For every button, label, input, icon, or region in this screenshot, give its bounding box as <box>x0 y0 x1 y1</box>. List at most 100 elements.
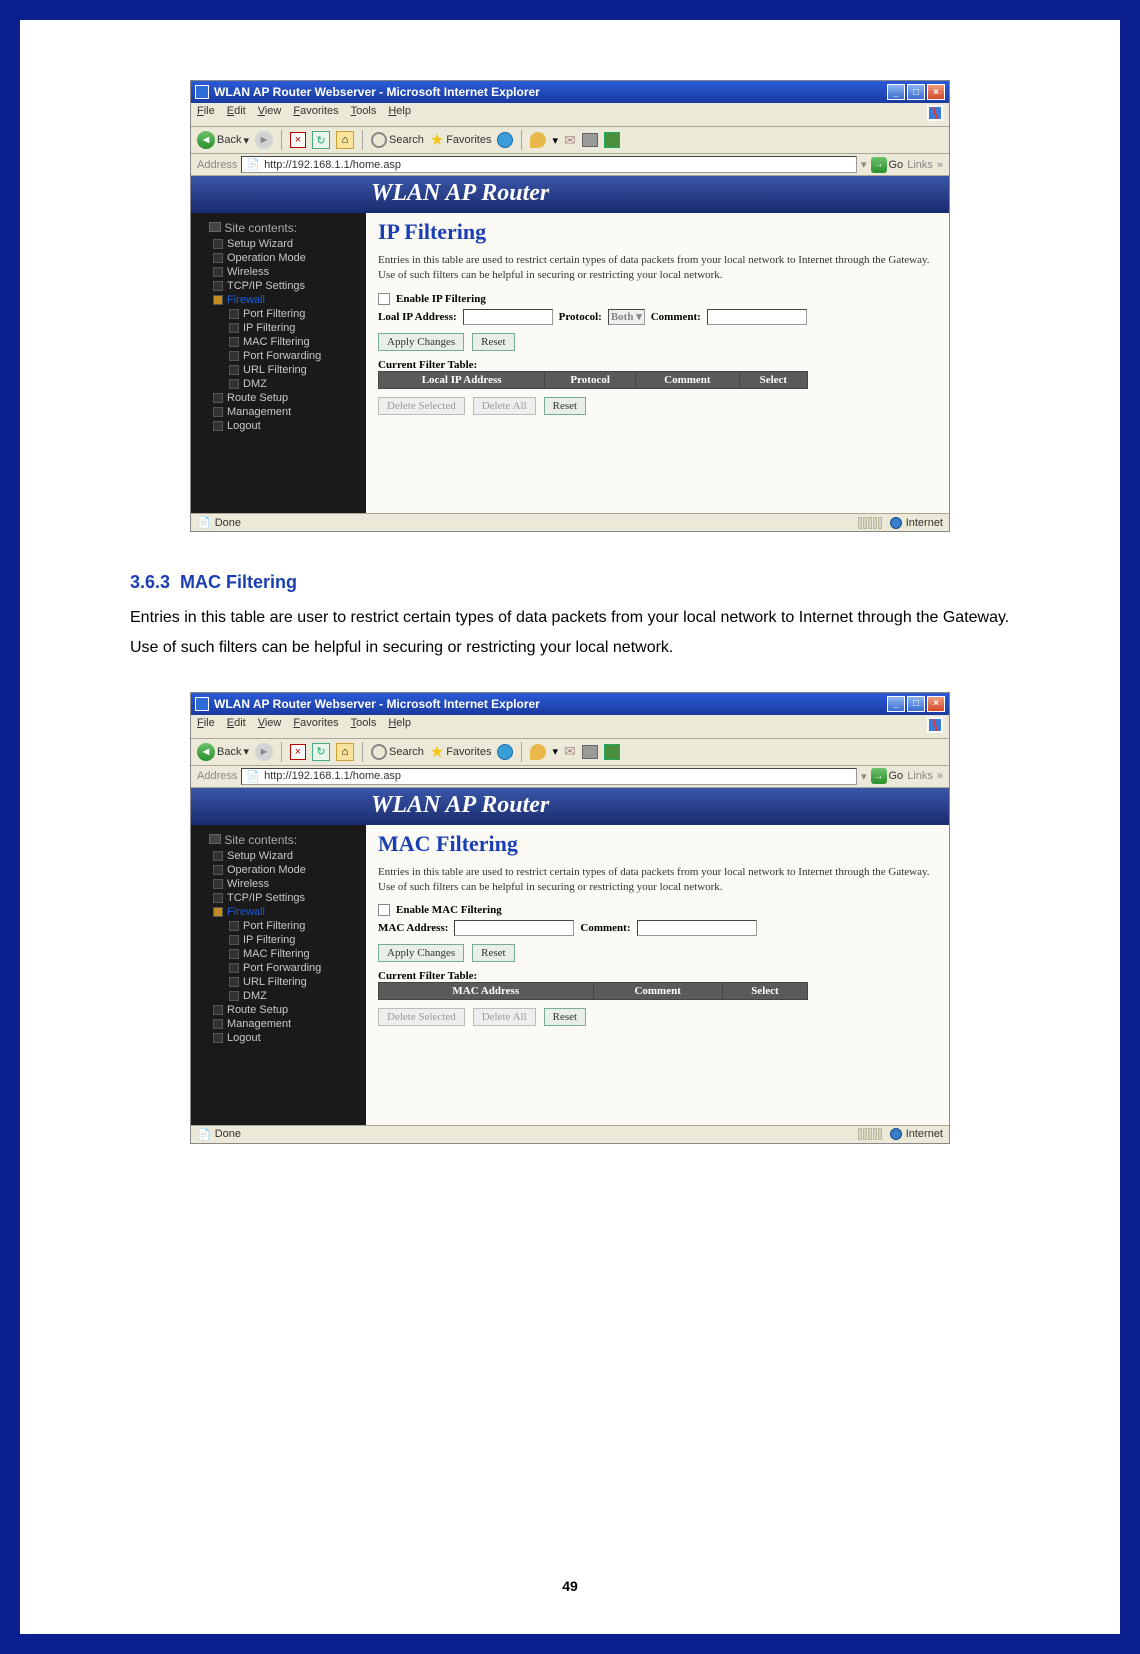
sidebar-item-ip-filtering[interactable]: IP Filtering <box>195 321 362 335</box>
delete-selected-button[interactable]: Delete Selected <box>378 397 465 415</box>
menu-favorites[interactable]: Favorites <box>293 105 338 124</box>
sidebar-item-wireless[interactable]: Wireless <box>195 877 362 891</box>
favorites-button[interactable]: ★Favorites <box>430 130 492 150</box>
history-icon[interactable] <box>530 744 546 760</box>
reset-table-button[interactable]: Reset <box>544 1008 586 1026</box>
refresh-icon[interactable]: ↻ <box>312 743 330 761</box>
comment-input[interactable] <box>707 309 807 325</box>
menu-favorites[interactable]: Favorites <box>293 717 338 736</box>
sidebar-item-dmz[interactable]: DMZ <box>195 377 362 391</box>
links-label: Links <box>907 770 933 782</box>
menu-tools[interactable]: Tools <box>351 105 377 124</box>
search-button[interactable]: Search <box>371 132 424 148</box>
close-button[interactable]: × <box>927 696 945 712</box>
menu-tools[interactable]: Tools <box>351 717 377 736</box>
sidebar-item-wireless[interactable]: Wireless <box>195 265 362 279</box>
ip-address-input[interactable] <box>463 309 553 325</box>
home-icon[interactable]: ⌂ <box>336 131 354 149</box>
sidebar-item-port-filtering[interactable]: Port Filtering <box>195 919 362 933</box>
sidebar-item-firewall[interactable]: Firewall <box>195 293 362 307</box>
reset-button[interactable]: Reset <box>472 333 514 351</box>
history-icon[interactable] <box>530 132 546 148</box>
sidebar-item-operation-mode[interactable]: Operation Mode <box>195 251 362 265</box>
back-button[interactable]: ◄Back ▾ <box>197 131 249 149</box>
sidebar-item-logout[interactable]: Logout <box>195 419 362 433</box>
maximize-button[interactable]: □ <box>907 84 925 100</box>
enable-checkbox[interactable] <box>378 904 390 916</box>
sidebar-item-port-filtering[interactable]: Port Filtering <box>195 307 362 321</box>
forward-button[interactable]: ► <box>255 131 273 149</box>
apply-changes-button[interactable]: Apply Changes <box>378 333 464 351</box>
search-button[interactable]: Search <box>371 744 424 760</box>
menu-edit[interactable]: Edit <box>227 717 246 736</box>
maximize-button[interactable]: □ <box>907 696 925 712</box>
menu-help[interactable]: Help <box>388 717 411 736</box>
address-input[interactable]: 📄http://192.168.1.1/home.asp <box>241 156 857 173</box>
content-pane: IP Filtering Entries in this table are u… <box>366 213 949 513</box>
refresh-icon[interactable]: ↻ <box>312 131 330 149</box>
app-icon[interactable] <box>604 744 620 760</box>
mac-address-input[interactable] <box>454 920 574 936</box>
apply-changes-button[interactable]: Apply Changes <box>378 944 464 962</box>
sidebar-item-operation-mode[interactable]: Operation Mode <box>195 863 362 877</box>
sidebar-item-management[interactable]: Management <box>195 1017 362 1031</box>
sidebar-item-route-setup[interactable]: Route Setup <box>195 1003 362 1017</box>
ie-app-icon <box>195 697 209 711</box>
minimize-button[interactable]: _ <box>887 696 905 712</box>
sidebar-item-dmz[interactable]: DMZ <box>195 989 362 1003</box>
mail-icon[interactable]: ✉ <box>564 743 576 760</box>
print-icon[interactable] <box>582 745 598 759</box>
sidebar-item-url-filtering[interactable]: URL Filtering <box>195 363 362 377</box>
media-icon[interactable] <box>497 744 513 760</box>
delete-all-button[interactable]: Delete All <box>473 1008 536 1026</box>
stop-icon[interactable]: × <box>290 744 306 760</box>
sidebar-item-management[interactable]: Management <box>195 405 362 419</box>
minimize-button[interactable]: _ <box>887 84 905 100</box>
menu-edit[interactable]: Edit <box>227 105 246 124</box>
menu-view[interactable]: View <box>258 717 282 736</box>
menu-help[interactable]: Help <box>388 105 411 124</box>
print-icon[interactable] <box>582 133 598 147</box>
media-icon[interactable] <box>497 132 513 148</box>
address-input[interactable]: 📄http://192.168.1.1/home.asp <box>241 768 857 785</box>
delete-all-button[interactable]: Delete All <box>473 397 536 415</box>
app-icon[interactable] <box>604 132 620 148</box>
sidebar-item-setup-wizard[interactable]: Setup Wizard <box>195 237 362 251</box>
sidebar-item-tcpip[interactable]: TCP/IP Settings <box>195 279 362 293</box>
sidebar-item-mac-filtering[interactable]: MAC Filtering <box>195 947 362 961</box>
comment-input[interactable] <box>637 920 757 936</box>
links-chevron-icon[interactable]: » <box>937 159 943 171</box>
enable-checkbox[interactable] <box>378 293 390 305</box>
sidebar-item-url-filtering[interactable]: URL Filtering <box>195 975 362 989</box>
go-button[interactable]: →Go <box>871 768 904 784</box>
links-chevron-icon[interactable]: » <box>937 770 943 782</box>
sidebar-item-setup-wizard[interactable]: Setup Wizard <box>195 849 362 863</box>
sidebar-item-firewall[interactable]: Firewall <box>195 905 362 919</box>
forward-button[interactable]: ► <box>255 743 273 761</box>
router-banner: WLAN AP Router <box>191 788 949 825</box>
home-icon[interactable]: ⌂ <box>336 743 354 761</box>
sidebar-item-logout[interactable]: Logout <box>195 1031 362 1045</box>
back-button[interactable]: ◄Back ▾ <box>197 743 249 761</box>
sidebar-item-ip-filtering[interactable]: IP Filtering <box>195 933 362 947</box>
menu-file[interactable]: File <box>197 717 215 736</box>
mail-icon[interactable]: ✉ <box>564 132 576 149</box>
sidebar-item-tcpip[interactable]: TCP/IP Settings <box>195 891 362 905</box>
reset-table-button[interactable]: Reset <box>544 397 586 415</box>
close-button[interactable]: × <box>927 84 945 100</box>
page-icon <box>229 991 239 1001</box>
favorites-button[interactable]: ★Favorites <box>430 742 492 762</box>
stop-icon[interactable]: × <box>290 132 306 148</box>
reset-button[interactable]: Reset <box>472 944 514 962</box>
sidebar-item-port-forwarding[interactable]: Port Forwarding <box>195 961 362 975</box>
sidebar-item-port-forwarding[interactable]: Port Forwarding <box>195 349 362 363</box>
window-titlebar: WLAN AP Router Webserver - Microsoft Int… <box>191 81 949 103</box>
go-button[interactable]: →Go <box>871 157 904 173</box>
sidebar-item-route-setup[interactable]: Route Setup <box>195 391 362 405</box>
enable-label: Enable IP Filtering <box>396 293 486 305</box>
sidebar-item-mac-filtering[interactable]: MAC Filtering <box>195 335 362 349</box>
menu-file[interactable]: File <box>197 105 215 124</box>
protocol-select[interactable]: Both ▾ <box>608 309 645 325</box>
delete-selected-button[interactable]: Delete Selected <box>378 1008 465 1026</box>
menu-view[interactable]: View <box>258 105 282 124</box>
